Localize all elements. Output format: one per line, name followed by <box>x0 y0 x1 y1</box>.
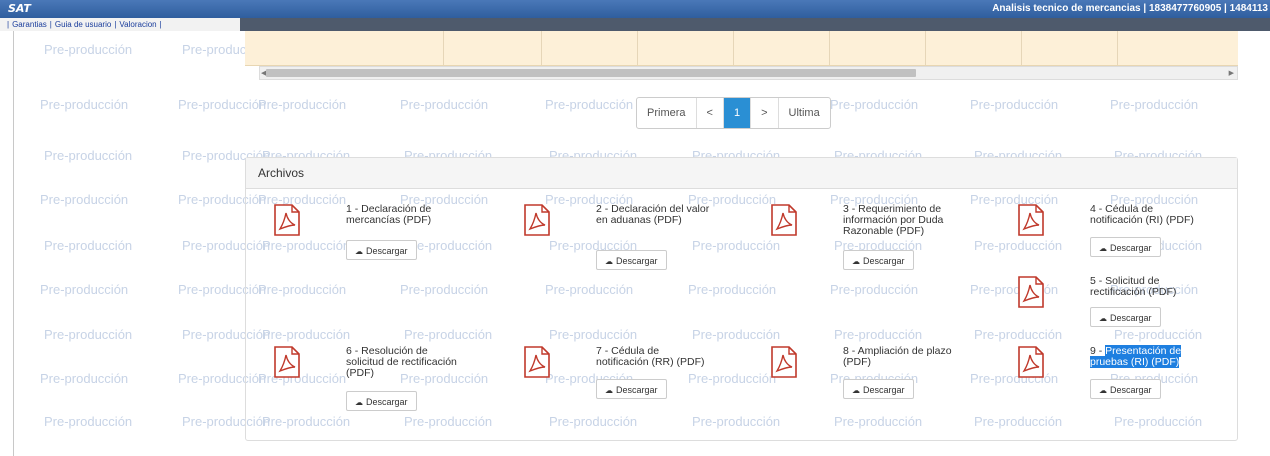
watermark-text: Pre-producción <box>44 414 133 429</box>
panel-title: Archivos <box>246 158 1237 189</box>
sat-logo: SAT <box>8 2 31 15</box>
scroll-right-icon[interactable]: ▶ <box>1229 69 1234 77</box>
download-label: Descargar <box>616 385 658 395</box>
download-button[interactable]: ☁ Descargar <box>596 250 667 270</box>
watermark-text: Pre-producción <box>44 327 133 342</box>
download-label: Descargar <box>1110 313 1152 323</box>
file-title: 6 - Resolución de solicitud de rectifica… <box>346 345 457 379</box>
download-label: Descargar <box>366 246 408 256</box>
watermark-text: Pre-producción <box>545 97 634 112</box>
page-last[interactable]: Ultima <box>777 98 830 128</box>
download-button[interactable]: ☁ Descargar <box>596 379 667 399</box>
watermark-text: Pre-producción <box>1110 97 1199 112</box>
file-title: 2 - Declaración del valor en aduanas (PD… <box>596 203 710 226</box>
file-title: 3 - Requerimiento de información por Dud… <box>843 203 944 237</box>
cloud-download-icon: ☁ <box>852 386 860 395</box>
left-border <box>13 31 14 456</box>
file-title: 1 - Declaración de mercancías (PDF) <box>346 203 432 226</box>
file-title: 9 - Presentación de pruebas (RI) (PDF) <box>1090 345 1208 368</box>
table-header-strip <box>245 31 1238 66</box>
file-title: 5 - Solicitud de rectificación (PDF) <box>1090 275 1177 298</box>
watermark-text: Pre-producción <box>970 97 1059 112</box>
menu-valoracion[interactable]: Valoracion <box>119 20 156 29</box>
page-first[interactable]: Primera <box>637 98 696 128</box>
download-label: Descargar <box>1110 385 1152 395</box>
cloud-download-icon: ☁ <box>355 247 363 256</box>
menu-garantias[interactable]: Garantias <box>12 20 47 29</box>
download-button[interactable]: ☁ Descargar <box>346 391 417 411</box>
cloud-download-icon: ☁ <box>355 398 363 407</box>
watermark-text: Pre-producción <box>40 371 129 386</box>
page-prev[interactable]: < <box>695 98 723 128</box>
pdf-icon[interactable] <box>524 346 550 378</box>
download-label: Descargar <box>863 385 905 395</box>
menu-guia-usuario[interactable]: Guia de usuario <box>55 20 111 29</box>
cloud-download-icon: ☁ <box>1099 314 1107 323</box>
watermark-text: Pre-producción <box>40 97 129 112</box>
watermark-text: Pre-producción <box>40 192 129 207</box>
file-title: 8 - Ampliación de plazo (PDF) <box>843 345 952 368</box>
horizontal-scrollbar[interactable]: ◀ ▶ <box>259 66 1238 80</box>
download-button[interactable]: ☁ Descargar <box>843 379 914 399</box>
pdf-icon[interactable] <box>274 204 300 236</box>
download-button[interactable]: ☁ Descargar <box>346 240 417 260</box>
watermark-text: Pre-producción <box>400 97 489 112</box>
pagination: Primera < 1 > Ultima <box>636 97 831 129</box>
cloud-download-icon: ☁ <box>605 386 613 395</box>
pdf-icon[interactable] <box>274 346 300 378</box>
menu-links: | Garantias | Guia de usuario | Valoracion | <box>0 18 240 31</box>
file-title: 4 - Cédula de notificación (RI) (PDF) <box>1090 203 1194 226</box>
download-button[interactable]: ☁ Descargar <box>1090 307 1161 327</box>
pdf-icon[interactable] <box>524 204 550 236</box>
watermark-text: Pre-producción <box>258 97 347 112</box>
pdf-icon[interactable] <box>771 346 797 378</box>
title-bar: SAT Analisis tecnico de mercancias | 183… <box>0 0 1270 18</box>
pdf-icon[interactable] <box>1018 346 1044 378</box>
download-button[interactable]: ☁ Descargar <box>843 250 914 270</box>
page-1[interactable]: 1 <box>722 98 751 128</box>
watermark-text: Pre-producción <box>830 97 919 112</box>
cloud-download-icon: ☁ <box>1099 386 1107 395</box>
pdf-icon[interactable] <box>771 204 797 236</box>
download-button[interactable]: ☁ Descargar <box>1090 237 1161 257</box>
watermark-text: Pre-producción <box>178 97 267 112</box>
download-label: Descargar <box>863 256 905 266</box>
scrollbar-thumb[interactable] <box>266 69 916 77</box>
watermark-text: Pre-producción <box>40 282 129 297</box>
header-title: Analisis tecnico de mercancias | 1838477… <box>992 3 1268 14</box>
watermark-text: Pre-producción <box>44 42 133 57</box>
download-label: Descargar <box>616 256 658 266</box>
page-next[interactable]: > <box>750 98 777 128</box>
download-label: Descargar <box>1110 243 1152 253</box>
watermark-text: Pre-producción <box>44 148 133 163</box>
download-button[interactable]: ☁ Descargar <box>1090 379 1161 399</box>
watermark-text: Pre-producción <box>44 238 133 253</box>
cloud-download-icon: ☁ <box>605 257 613 266</box>
pdf-icon[interactable] <box>1018 276 1044 308</box>
download-label: Descargar <box>366 397 408 407</box>
cloud-download-icon: ☁ <box>852 257 860 266</box>
file-title: 7 - Cédula de notificación (RR) (PDF) <box>596 345 705 368</box>
cloud-download-icon: ☁ <box>1099 244 1107 253</box>
pdf-icon[interactable] <box>1018 204 1044 236</box>
archivos-panel: Archivos 1 - Declaración de mercancías (… <box>245 157 1238 441</box>
